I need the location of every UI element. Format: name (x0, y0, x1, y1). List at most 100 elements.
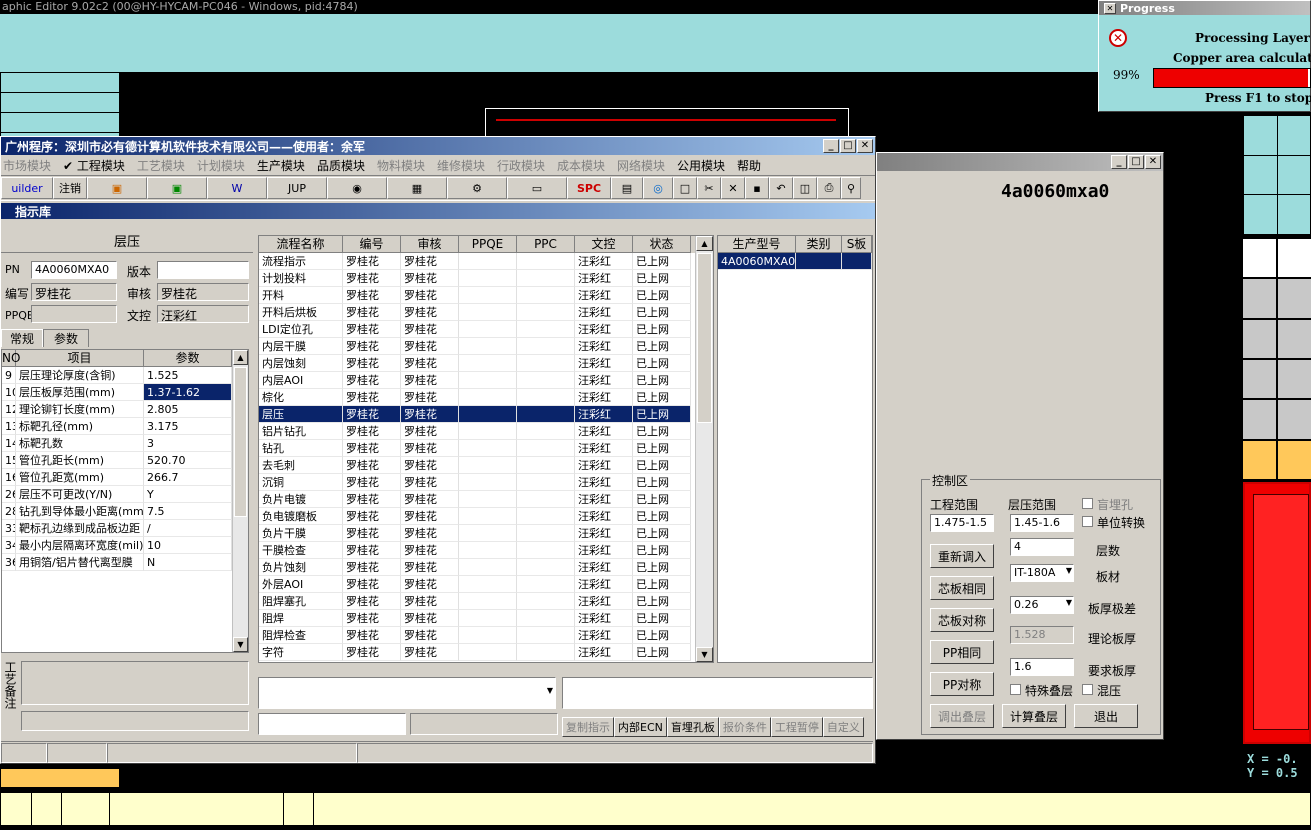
menu-item-2[interactable]: 工艺模块 (137, 157, 185, 174)
flow-col-header[interactable]: 审核 (401, 236, 459, 253)
flow-row[interactable]: 负片蚀刻 罗桂花 罗桂花 汪彩红 已上网 (259, 559, 713, 576)
flow-select[interactable]: ▼ (258, 677, 556, 709)
preview-icon[interactable]: ◫ (793, 177, 817, 199)
flow-col-header[interactable]: PPC (517, 236, 575, 253)
calc-stack-button[interactable]: 计算叠层 (1002, 704, 1066, 728)
param-row[interactable]: 9 层压理论厚度(含铜) 1.525 (2, 367, 248, 384)
flow-row[interactable]: 负片电镀 罗桂花 罗桂花 汪彩红 已上网 (259, 491, 713, 508)
builder-button[interactable]: uilder (1, 177, 53, 199)
bottom-button-4[interactable]: 工程暂停 (770, 717, 823, 737)
flow-row[interactable]: 层压 罗桂花 罗桂花 汪彩红 已上网 (259, 406, 713, 423)
param-row[interactable]: 36用铜箔/铝片替代离型膜N (2, 554, 248, 571)
menu-item-1[interactable]: ✔ 工程模块 (63, 157, 125, 174)
flow-row[interactable]: 棕化 罗桂花 罗桂花 汪彩红 已上网 (259, 389, 713, 406)
param-row[interactable]: 15管位孔距长(mm)520.70 (2, 452, 248, 469)
unit-convert-checkbox[interactable]: 单位转换 (1082, 514, 1145, 531)
pp-sym-button[interactable]: PP对称 (930, 672, 994, 696)
network-icon[interactable]: ⚙ (447, 177, 507, 199)
pn-field[interactable]: 4A0060MXA0 (31, 261, 117, 279)
flow-col-header[interactable]: 编号 (343, 236, 401, 253)
extra-field[interactable] (258, 713, 406, 735)
bottom-button-3[interactable]: 报价条件 (718, 717, 771, 737)
menu-item-3[interactable]: 计划模块 (197, 157, 245, 174)
exit-button[interactable]: 退出 (1074, 704, 1138, 728)
bottom-button-5[interactable]: 自定义 (822, 717, 864, 737)
excel-icon[interactable]: ▣ (147, 177, 207, 199)
material-select[interactable]: IT-180A ▼ (1010, 564, 1074, 582)
flow-row[interactable]: 沉铜 罗桂花 罗桂花 汪彩红 已上网 (259, 474, 713, 491)
close-button[interactable]: ✕ (1145, 155, 1161, 169)
bottom-button-1[interactable]: 内部ECN (614, 717, 667, 737)
calendar-icon[interactable]: ▤ (611, 177, 643, 199)
computer-icon[interactable]: ▭ (507, 177, 567, 199)
version-field[interactable] (157, 261, 249, 279)
flow-col-header[interactable]: 流程名称 (259, 236, 343, 253)
tab-params[interactable]: 参数 (43, 329, 89, 347)
model-col-header[interactable]: 生产型号 (718, 236, 796, 253)
cut-icon[interactable]: ✂ (697, 177, 721, 199)
model-row[interactable]: 4A0060MXA0 (718, 253, 872, 270)
param-row[interactable]: 10层压板厚范围(mm)1.37-1.62 (2, 384, 248, 401)
pp-same-button[interactable]: PP相同 (930, 640, 994, 664)
menu-item-4[interactable]: 生产模块 (257, 157, 305, 174)
note-field[interactable] (21, 661, 249, 705)
flow-row[interactable]: 字符 罗桂花 罗桂花 汪彩红 已上网 (259, 644, 713, 661)
flow-row[interactable]: 铝片钻孔 罗桂花 罗桂花 汪彩红 已上网 (259, 423, 713, 440)
param-row[interactable]: 16管位孔距宽(mm)266.7 (2, 469, 248, 486)
flow-row[interactable]: 内层干膜 罗桂花 罗桂花 汪彩红 已上网 (259, 338, 713, 355)
flow-col-header[interactable]: 文控 (575, 236, 633, 253)
special-stack-checkbox[interactable]: 特殊叠层 (1010, 682, 1073, 699)
minimize-button[interactable]: _ (823, 139, 839, 153)
flow-row[interactable]: 阻焊检查 罗桂花 罗桂花 汪彩红 已上网 (259, 627, 713, 644)
flow-row[interactable]: 钻孔 罗桂花 罗桂花 汪彩红 已上网 (259, 440, 713, 457)
flow-row[interactable]: 计划投料 罗桂花 罗桂花 汪彩红 已上网 (259, 270, 713, 287)
spc-button[interactable]: SPC (567, 177, 611, 199)
reload-button[interactable]: 重新调入 (930, 544, 994, 568)
menu-item-8[interactable]: 行政模块 (497, 157, 545, 174)
flow-note-field[interactable] (562, 677, 873, 709)
menu-item-5[interactable]: 品质模块 (317, 157, 365, 174)
close-icon[interactable]: ✕ (1104, 2, 1116, 14)
menu-item-9[interactable]: 成本模块 (557, 157, 605, 174)
model-col-header[interactable]: S板 (842, 236, 872, 253)
note-field-2[interactable] (21, 711, 249, 731)
ppt-icon[interactable]: ▣ (87, 177, 147, 199)
database-icon[interactable]: ▦ (387, 177, 447, 199)
menu-item-10[interactable]: 网络模块 (617, 157, 665, 174)
menu-item-7[interactable]: 维修模块 (437, 157, 485, 174)
save-icon[interactable]: ▪ (745, 177, 769, 199)
flow-row[interactable]: 内层蚀刻 罗桂花 罗桂花 汪彩红 已上网 (259, 355, 713, 372)
flow-row[interactable]: 内层AOI 罗桂花 罗桂花 汪彩红 已上网 (259, 372, 713, 389)
logout-button[interactable]: 注销 (53, 177, 87, 199)
flow-col-header[interactable]: PPQE (459, 236, 517, 253)
mixed-press-checkbox[interactable]: 混压 (1082, 682, 1121, 699)
flow-row[interactable]: 外层AOI 罗桂花 罗桂花 汪彩红 已上网 (259, 576, 713, 593)
delete-icon[interactable]: ✕ (721, 177, 745, 199)
eye-icon[interactable]: ◉ (327, 177, 387, 199)
flow-row[interactable]: LDI定位孔 罗桂花 罗桂花 汪彩红 已上网 (259, 321, 713, 338)
eng-range-field[interactable]: 1.475-1.5 (930, 514, 994, 532)
param-row[interactable]: 13标靶孔径(mm)3.175 (2, 418, 248, 435)
flow-row[interactable]: 阻焊塞孔 罗桂花 罗桂花 汪彩红 已上网 (259, 593, 713, 610)
maximize-button[interactable]: □ (840, 139, 856, 153)
globe-icon[interactable]: ◎ (643, 177, 673, 199)
tab-general[interactable]: 常规 (1, 329, 43, 347)
undo-icon[interactable]: ↶ (769, 177, 793, 199)
minimize-button[interactable]: _ (1111, 155, 1127, 169)
param-row[interactable]: 34最小内层隔离环宽度(mil)10 (2, 537, 248, 554)
tolerance-select[interactable]: 0.26 ▼ (1010, 596, 1074, 614)
find-icon[interactable]: ⚲ (841, 177, 861, 199)
param-row[interactable]: 12理论铆钉长度(mm)2.805 (2, 401, 248, 418)
param-row[interactable]: 33靶标孔边缘到成品板边距/ (2, 520, 248, 537)
flow-row[interactable]: 阻焊 罗桂花 罗桂花 汪彩红 已上网 (259, 610, 713, 627)
flow-col-header[interactable]: 状态 (633, 236, 691, 253)
export-stack-button[interactable]: 调出叠层 (930, 704, 994, 728)
lam-range-field[interactable]: 1.45-1.6 (1010, 514, 1074, 532)
layers-field[interactable]: 4 (1010, 538, 1074, 556)
new-icon[interactable]: □ (673, 177, 697, 199)
flow-row[interactable]: 负电镀磨板 罗桂花 罗桂花 汪彩红 已上网 (259, 508, 713, 525)
same-core-button[interactable]: 芯板相同 (930, 576, 994, 600)
print-icon[interactable]: ⎙ (817, 177, 841, 199)
flow-row[interactable]: 开料后烘板 罗桂花 罗桂花 汪彩红 已上网 (259, 304, 713, 321)
sym-core-button[interactable]: 芯板对称 (930, 608, 994, 632)
